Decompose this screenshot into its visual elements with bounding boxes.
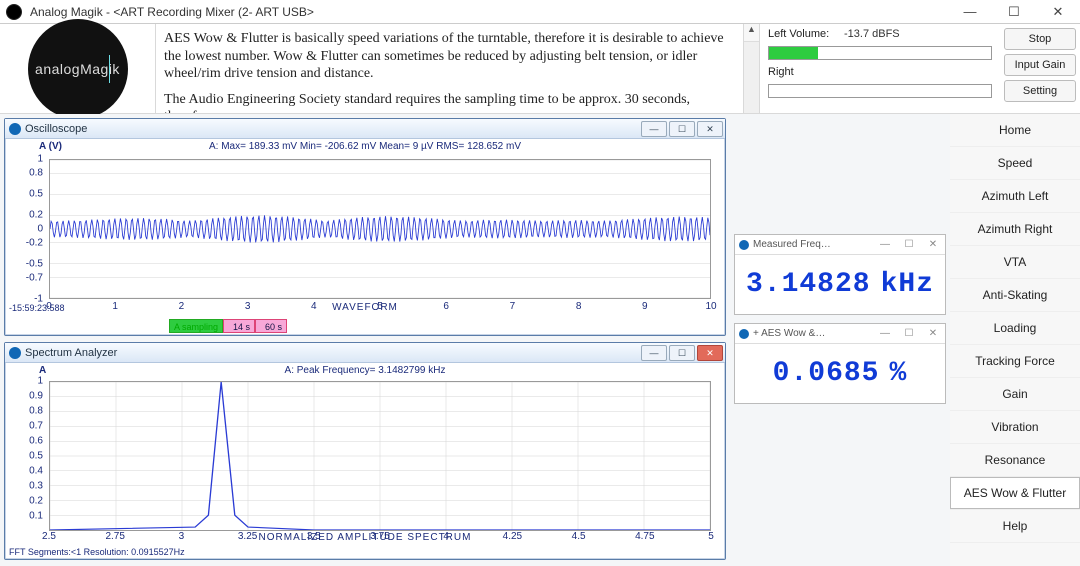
spectrum-titlebar[interactable]: Spectrum Analyzer — ☐ ✕	[5, 343, 725, 363]
osc-maximize-button[interactable]: ☐	[669, 121, 695, 137]
wow-flutter-window: + AES Wow &… — ☐ ✕ 0.0685 %	[734, 323, 946, 404]
osc-footer: A sampling 14 s 60 s	[49, 319, 711, 333]
wow-min-button[interactable]: —	[873, 328, 897, 339]
spectrum-plot: A: Peak Frequency= 3.1482799 kHz A AM 0.…	[5, 363, 725, 559]
description-scrollbar[interactable]: ▲	[744, 24, 760, 113]
description-p1: AES Wow & Flutter is basically speed var…	[164, 30, 735, 83]
nav-item-anti-skating[interactable]: Anti-Skating	[950, 279, 1080, 312]
measured-freq-window: Measured Freq… — ☐ ✕ 3.14828 kHz	[734, 234, 946, 315]
osc-y-ticks: 10.80.50.20-0.2-0.5-0.7-1	[11, 159, 45, 299]
logo: analogMagik	[28, 19, 128, 119]
spec-close-button[interactable]: ✕	[697, 345, 723, 361]
maximize-button[interactable]: ☐	[992, 0, 1036, 24]
nav-item-gain[interactable]: Gain	[950, 378, 1080, 411]
left-volume-label: Left Volume:	[768, 28, 838, 40]
close-button[interactable]: ✕	[1036, 0, 1080, 24]
readout-column: Measured Freq… — ☐ ✕ 3.14828 kHz + AES W…	[730, 114, 950, 566]
nav-item-home[interactable]: Home	[950, 114, 1080, 147]
nav-item-vta[interactable]: VTA	[950, 246, 1080, 279]
freq-min-button[interactable]: —	[873, 239, 897, 250]
left-volume-meter	[768, 46, 992, 60]
spectrum-window: Spectrum Analyzer — ☐ ✕ A: Peak Frequenc…	[4, 342, 726, 560]
wow-readout: 0.0685 %	[735, 344, 945, 403]
spec-chart-area[interactable]	[49, 381, 711, 531]
logo-box: analogMagik	[0, 24, 156, 113]
window-title: Analog Magik - <ART Recording Mixer (2- …	[28, 5, 948, 19]
top-strip: analogMagik AES Wow & Flutter is basical…	[0, 24, 1080, 114]
nav-item-vibration[interactable]: Vibration	[950, 411, 1080, 444]
oscilloscope-titlebar[interactable]: Oscilloscope — ☐ ✕	[5, 119, 725, 139]
spectrum-title: Spectrum Analyzer	[25, 347, 641, 359]
freq-max-button[interactable]: ☐	[897, 239, 921, 250]
scroll-track[interactable]	[744, 42, 759, 113]
osc-minimize-button[interactable]: —	[641, 121, 667, 137]
osc-stats: A: Max= 189.33 mV Min= -206.62 mV Mean= …	[5, 141, 725, 152]
nav-item-speed[interactable]: Speed	[950, 147, 1080, 180]
osc-footer-elapsed: 14 s	[223, 319, 255, 333]
description-p2: The Audio Engineering Society standard r…	[164, 91, 735, 114]
wow-title: + AES Wow &…	[753, 328, 873, 339]
osc-timestamp: -15:59:23:588	[9, 303, 65, 313]
wow-close-button[interactable]: ✕	[921, 328, 945, 339]
spec-y-label: A	[39, 365, 46, 376]
left-column: Oscilloscope — ☐ ✕ A: Max= 189.33 mV Min…	[0, 114, 730, 566]
spec-x-label: NORMALIZED AMPLITUDE SPECTRUM	[259, 532, 472, 543]
spec-minimize-button[interactable]: —	[641, 345, 667, 361]
volume-panel: Left Volume: -13.7 dBFS Right	[760, 24, 1000, 113]
spec-footer: FFT Segments:<1 Resolution: 0.0915527Hz	[9, 547, 185, 557]
window-controls: — ☐ ✕	[948, 0, 1080, 24]
freq-close-button[interactable]: ✕	[921, 239, 945, 250]
body-area: Oscilloscope — ☐ ✕ A: Max= 189.33 mV Min…	[0, 114, 1080, 566]
oscilloscope-window: Oscilloscope — ☐ ✕ A: Max= 189.33 mV Min…	[4, 118, 726, 336]
spec-maximize-button[interactable]: ☐	[669, 345, 695, 361]
spec-y-ticks: 0.10.20.30.40.50.60.70.80.91	[11, 381, 45, 531]
freq-readout: 3.14828 kHz	[735, 255, 945, 314]
oscilloscope-plot: A: Max= 189.33 mV Min= -206.62 mV Mean= …	[5, 139, 725, 335]
osc-footer-state: A sampling	[169, 319, 223, 333]
measured-freq-titlebar[interactable]: Measured Freq… — ☐ ✕	[735, 235, 945, 255]
nav-item-help[interactable]: Help	[950, 510, 1080, 543]
nav-item-loading[interactable]: Loading	[950, 312, 1080, 345]
osc-x-label: WAVEFORM	[332, 302, 398, 313]
minimize-button[interactable]: —	[948, 0, 992, 24]
freq-value: 3.14828	[746, 269, 871, 300]
main-titlebar: Analog Magik - <ART Recording Mixer (2- …	[0, 0, 1080, 24]
osc-y-label: A (V)	[39, 141, 62, 152]
wow-value: 0.0685	[773, 358, 880, 389]
right-volume-label: Right	[768, 66, 838, 78]
spectrum-icon	[9, 347, 21, 359]
left-volume-value: -13.7 dBFS	[844, 28, 900, 40]
freq-unit: kHz	[881, 269, 934, 300]
wow-icon	[739, 329, 749, 339]
right-nav: HomeSpeedAzimuth LeftAzimuth RightVTAAnt…	[950, 114, 1080, 566]
osc-close-button[interactable]: ✕	[697, 121, 723, 137]
freq-title: Measured Freq…	[753, 239, 873, 250]
nav-item-tracking-force[interactable]: Tracking Force	[950, 345, 1080, 378]
freq-icon	[739, 240, 749, 250]
nav-item-aes-wow-flutter[interactable]: AES Wow & Flutter	[950, 477, 1080, 510]
wow-max-button[interactable]: ☐	[897, 328, 921, 339]
right-volume-meter	[768, 84, 992, 98]
description-pane[interactable]: AES Wow & Flutter is basically speed var…	[156, 24, 744, 113]
spec-stats: A: Peak Frequency= 3.1482799 kHz	[5, 365, 725, 376]
scroll-up-icon[interactable]: ▲	[744, 24, 759, 42]
app-icon	[6, 4, 22, 20]
top-buttons: Stop Input Gain Setting	[1000, 24, 1080, 113]
osc-chart-area[interactable]	[49, 159, 711, 299]
oscilloscope-title: Oscilloscope	[25, 123, 641, 135]
osc-footer-total: 60 s	[255, 319, 287, 333]
setting-button[interactable]: Setting	[1004, 80, 1076, 102]
stop-button[interactable]: Stop	[1004, 28, 1076, 50]
wow-titlebar[interactable]: + AES Wow &… — ☐ ✕	[735, 324, 945, 344]
nav-item-azimuth-left[interactable]: Azimuth Left	[950, 180, 1080, 213]
wow-unit: %	[890, 358, 908, 389]
nav-item-azimuth-right[interactable]: Azimuth Right	[950, 213, 1080, 246]
input-gain-button[interactable]: Input Gain	[1004, 54, 1076, 76]
nav-item-resonance[interactable]: Resonance	[950, 444, 1080, 477]
oscilloscope-icon	[9, 123, 21, 135]
